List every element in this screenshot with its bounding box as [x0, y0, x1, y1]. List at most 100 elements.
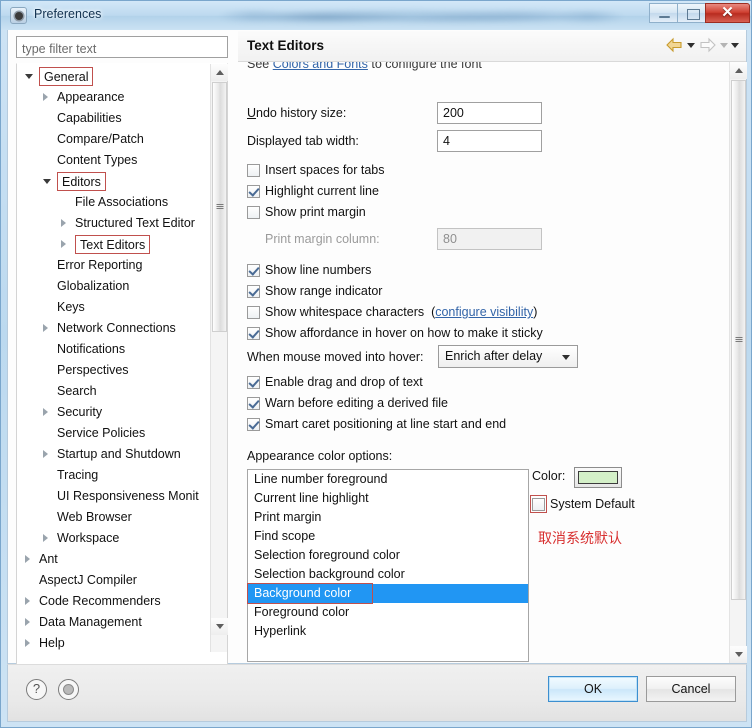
ok-button[interactable]: OK: [548, 676, 638, 702]
tree-item-perspectives[interactable]: Perspectives: [17, 360, 212, 381]
warn-derived-file-checkbox[interactable]: [247, 397, 260, 410]
appearance-list-item[interactable]: Find scope: [248, 527, 528, 546]
help-icon[interactable]: ?: [26, 679, 47, 700]
show-line-numbers-checkbox[interactable]: [247, 264, 260, 277]
enable-drag-drop-row[interactable]: Enable drag and drop of text: [247, 372, 423, 393]
tree-scroll-thumb[interactable]: [212, 82, 227, 332]
tree-item-structured-text-editor[interactable]: Structured Text Editor: [17, 213, 212, 234]
smart-caret-checkbox[interactable]: [247, 418, 260, 431]
chevron-down-icon[interactable]: [25, 74, 33, 79]
show-affordance-checkbox[interactable]: [247, 327, 260, 340]
appearance-list-item[interactable]: Print margin: [248, 508, 528, 527]
back-arrow-icon[interactable]: [665, 37, 684, 54]
show-range-indicator-checkbox[interactable]: [247, 285, 260, 298]
highlight-current-line-row[interactable]: Highlight current line: [247, 181, 379, 202]
close-button[interactable]: ✕: [705, 3, 750, 23]
chevron-right-icon[interactable]: [43, 93, 48, 101]
undo-history-size-input[interactable]: [437, 102, 542, 124]
tree-item-help[interactable]: Help: [17, 633, 212, 652]
tree-item-content-types[interactable]: Content Types: [17, 150, 212, 171]
tree-item-capabilities[interactable]: Capabilities: [17, 108, 212, 129]
tree-item-editors[interactable]: Editors: [17, 171, 212, 192]
chevron-right-icon[interactable]: [43, 534, 48, 542]
smart-caret-row[interactable]: Smart caret positioning at line start an…: [247, 414, 506, 435]
highlight-current-line-checkbox[interactable]: [247, 185, 260, 198]
show-whitespace-checkbox[interactable]: [247, 306, 260, 319]
color-swatch-button[interactable]: [574, 467, 622, 488]
insert-spaces-checkbox[interactable]: [247, 164, 260, 177]
chevron-right-icon[interactable]: [25, 597, 30, 605]
tree-item-search[interactable]: Search: [17, 381, 212, 402]
appearance-list-item[interactable]: Selection background color: [248, 565, 528, 584]
insert-spaces-for-tabs-row[interactable]: Insert spaces for tabs: [247, 160, 385, 181]
appearance-color-options-list[interactable]: Line number foreground Current line highl…: [247, 469, 529, 662]
view-menu-chevron-down-icon[interactable]: [731, 43, 739, 48]
pane-vertical-scrollbar[interactable]: [729, 62, 747, 663]
tree-item-compare-patch[interactable]: Compare/Patch: [17, 129, 212, 150]
chevron-right-icon[interactable]: [43, 324, 48, 332]
chevron-right-icon[interactable]: [61, 219, 66, 227]
appearance-list-item[interactable]: Current line highlight: [248, 489, 528, 508]
tree-item-workspace[interactable]: Workspace: [17, 528, 212, 549]
print-margin-column-input[interactable]: [437, 228, 542, 250]
tree-item-keys[interactable]: Keys: [17, 297, 212, 318]
tree-item-error-reporting[interactable]: Error Reporting: [17, 255, 212, 276]
show-print-margin-row[interactable]: Show print margin: [247, 202, 366, 223]
minimize-button[interactable]: [649, 3, 678, 23]
show-line-numbers-row[interactable]: Show line numbers: [247, 260, 371, 281]
chevron-right-icon[interactable]: [43, 450, 48, 458]
chevron-right-icon[interactable]: [25, 639, 30, 647]
tree-item-appearance[interactable]: Appearance: [17, 87, 212, 108]
pane-scroll-down-button[interactable]: [730, 646, 747, 663]
hover-behavior-select[interactable]: Enrich after delay: [438, 345, 578, 368]
chevron-right-icon[interactable]: [61, 240, 66, 248]
appearance-list-item[interactable]: Foreground color: [248, 603, 528, 622]
appearance-list-item[interactable]: Background color: [248, 584, 528, 603]
colors-and-fonts-link[interactable]: Colors and Fonts: [273, 62, 368, 71]
displayed-tab-width-input[interactable]: [437, 130, 542, 152]
appearance-list-item[interactable]: Hyperlink: [248, 622, 528, 641]
tree-item-general[interactable]: General: [17, 66, 212, 87]
show-whitespace-row[interactable]: Show whitespace characters (configure vi…: [247, 302, 537, 323]
tree-scroll-down-button[interactable]: [211, 618, 228, 635]
tree-item-text-editors[interactable]: Text Editors: [17, 234, 212, 255]
tree-item-code-recommenders[interactable]: Code Recommenders: [17, 591, 212, 612]
tree-item-startup-and-shutdown[interactable]: Startup and Shutdown: [17, 444, 212, 465]
pane-scroll-thumb[interactable]: [731, 80, 746, 600]
tree-item-security[interactable]: Security: [17, 402, 212, 423]
tree-item-notifications[interactable]: Notifications: [17, 339, 212, 360]
show-print-margin-checkbox[interactable]: [247, 206, 260, 219]
preferences-tree[interactable]: General Appearance Capabilities Compare/Pat…: [17, 64, 212, 652]
back-menu-chevron-down-icon[interactable]: [687, 43, 695, 48]
warn-derived-file-row[interactable]: Warn before editing a derived file: [247, 393, 448, 414]
pane-scroll-up-button[interactable]: [730, 62, 747, 79]
tree-item-network-connections[interactable]: Network Connections: [17, 318, 212, 339]
enable-drag-drop-checkbox[interactable]: [247, 376, 260, 389]
tree-item-aspectj-compiler[interactable]: AspectJ Compiler: [17, 570, 212, 591]
tree-item-tracing[interactable]: Tracing: [17, 465, 212, 486]
configure-visibility-link[interactable]: configure visibility: [435, 305, 533, 319]
tree-item-data-management[interactable]: Data Management: [17, 612, 212, 633]
tree-item-file-associations[interactable]: File Associations: [17, 192, 212, 213]
show-affordance-row[interactable]: Show affordance in hover on how to make …: [247, 323, 543, 344]
tree-item-globalization[interactable]: Globalization: [17, 276, 212, 297]
tree-vertical-scrollbar[interactable]: [210, 64, 228, 652]
filter-input[interactable]: [16, 36, 228, 58]
system-default-row[interactable]: System Default: [532, 494, 635, 515]
chevron-right-icon[interactable]: [25, 555, 30, 563]
chevron-down-icon[interactable]: [43, 179, 51, 184]
appearance-list-item[interactable]: Line number foreground: [248, 470, 528, 489]
appearance-list-item[interactable]: Selection foreground color: [248, 546, 528, 565]
show-range-indicator-row[interactable]: Show range indicator: [247, 281, 382, 302]
chevron-right-icon[interactable]: [25, 618, 30, 626]
chevron-right-icon[interactable]: [43, 408, 48, 416]
tree-item-service-policies[interactable]: Service Policies: [17, 423, 212, 444]
tree-item-web-browser[interactable]: Web Browser: [17, 507, 212, 528]
maximize-button[interactable]: [677, 3, 706, 23]
tree-scroll-up-button[interactable]: [211, 64, 228, 81]
tree-item-ui-responsiveness-monit[interactable]: UI Responsiveness Monit: [17, 486, 212, 507]
cancel-button[interactable]: Cancel: [646, 676, 736, 702]
record-icon[interactable]: [58, 679, 79, 700]
tree-item-ant[interactable]: Ant: [17, 549, 212, 570]
system-default-checkbox[interactable]: [532, 498, 545, 511]
